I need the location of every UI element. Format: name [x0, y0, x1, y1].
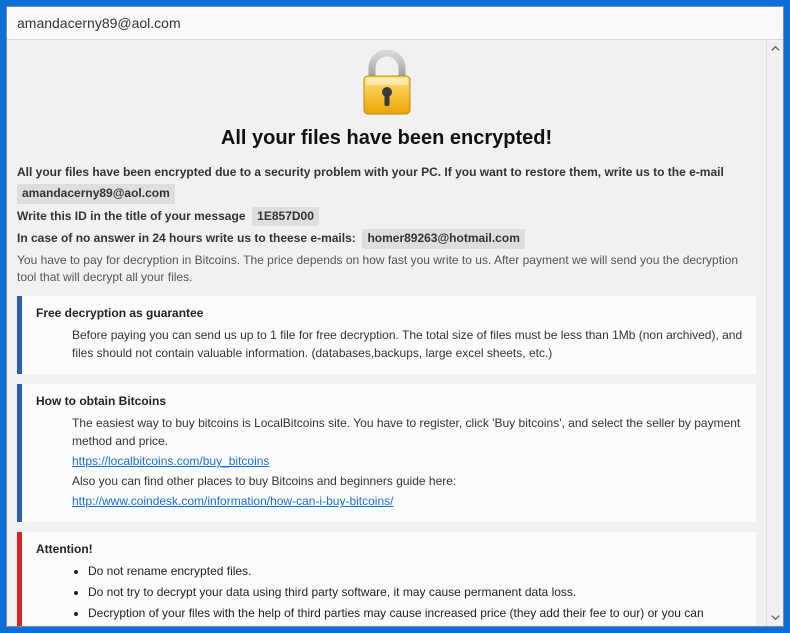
contact-email-2: homer89263@hotmail.com: [362, 229, 524, 248]
link-localbitcoins[interactable]: https://localbitcoins.com/buy_bitcoins: [72, 454, 269, 468]
attention-item: Decryption of your files with the help o…: [88, 604, 744, 626]
box1-body: Before paying you can send us up to 1 fi…: [36, 326, 744, 362]
id-prefix: Write this ID in the title of your messa…: [17, 209, 246, 223]
box1-title: Free decryption as guarantee: [36, 304, 744, 322]
attention-item: Do not rename encrypted files.: [88, 562, 744, 580]
box-free-decryption: Free decryption as guarantee Before payi…: [17, 296, 756, 374]
box-obtain-bitcoins: How to obtain Bitcoins The easiest way t…: [17, 384, 756, 522]
intro-line4: You have to pay for decryption in Bitcoi…: [17, 252, 756, 287]
scroll-down-button[interactable]: [767, 609, 783, 626]
box3-title: Attention!: [36, 540, 744, 558]
box2-text2: Also you can find other places to buy Bi…: [72, 472, 744, 490]
message-id: 1E857D00: [252, 207, 319, 226]
link-coindesk[interactable]: http://www.coindesk.com/information/how-…: [72, 494, 393, 508]
intro-email1-row: amandacerny89@aol.com: [17, 184, 756, 203]
intro-line2: Write this ID in the title of your messa…: [17, 207, 756, 226]
box-attention: Attention! Do not rename encrypted files…: [17, 532, 756, 626]
contact-email-1: amandacerny89@aol.com: [17, 184, 175, 203]
content-wrap: All your files have been encrypted! All …: [7, 40, 783, 626]
box2-body: The easiest way to buy bitcoins is Local…: [36, 414, 744, 510]
attention-list: Do not rename encrypted files. Do not tr…: [36, 562, 744, 626]
attention-item: Do not try to decrypt your data using th…: [88, 583, 744, 601]
main-heading: All your files have been encrypted!: [17, 127, 756, 150]
box2-text1: The easiest way to buy bitcoins is Local…: [72, 414, 744, 450]
content-area: All your files have been encrypted! All …: [7, 40, 766, 626]
ransom-window: amandacerny89@aol.com: [6, 6, 784, 627]
alt-email-prefix: In case of no answer in 24 hours write u…: [17, 231, 356, 245]
scroll-up-button[interactable]: [767, 40, 783, 57]
lock-icon: [17, 46, 756, 121]
box2-title: How to obtain Bitcoins: [36, 392, 744, 410]
intro-line3: In case of no answer in 24 hours write u…: [17, 229, 756, 248]
box1-text: Before paying you can send us up to 1 fi…: [72, 326, 744, 362]
vertical-scrollbar[interactable]: [766, 40, 783, 626]
window-title: amandacerny89@aol.com: [7, 7, 783, 40]
intro-line1: All your files have been encrypted due t…: [17, 164, 756, 181]
